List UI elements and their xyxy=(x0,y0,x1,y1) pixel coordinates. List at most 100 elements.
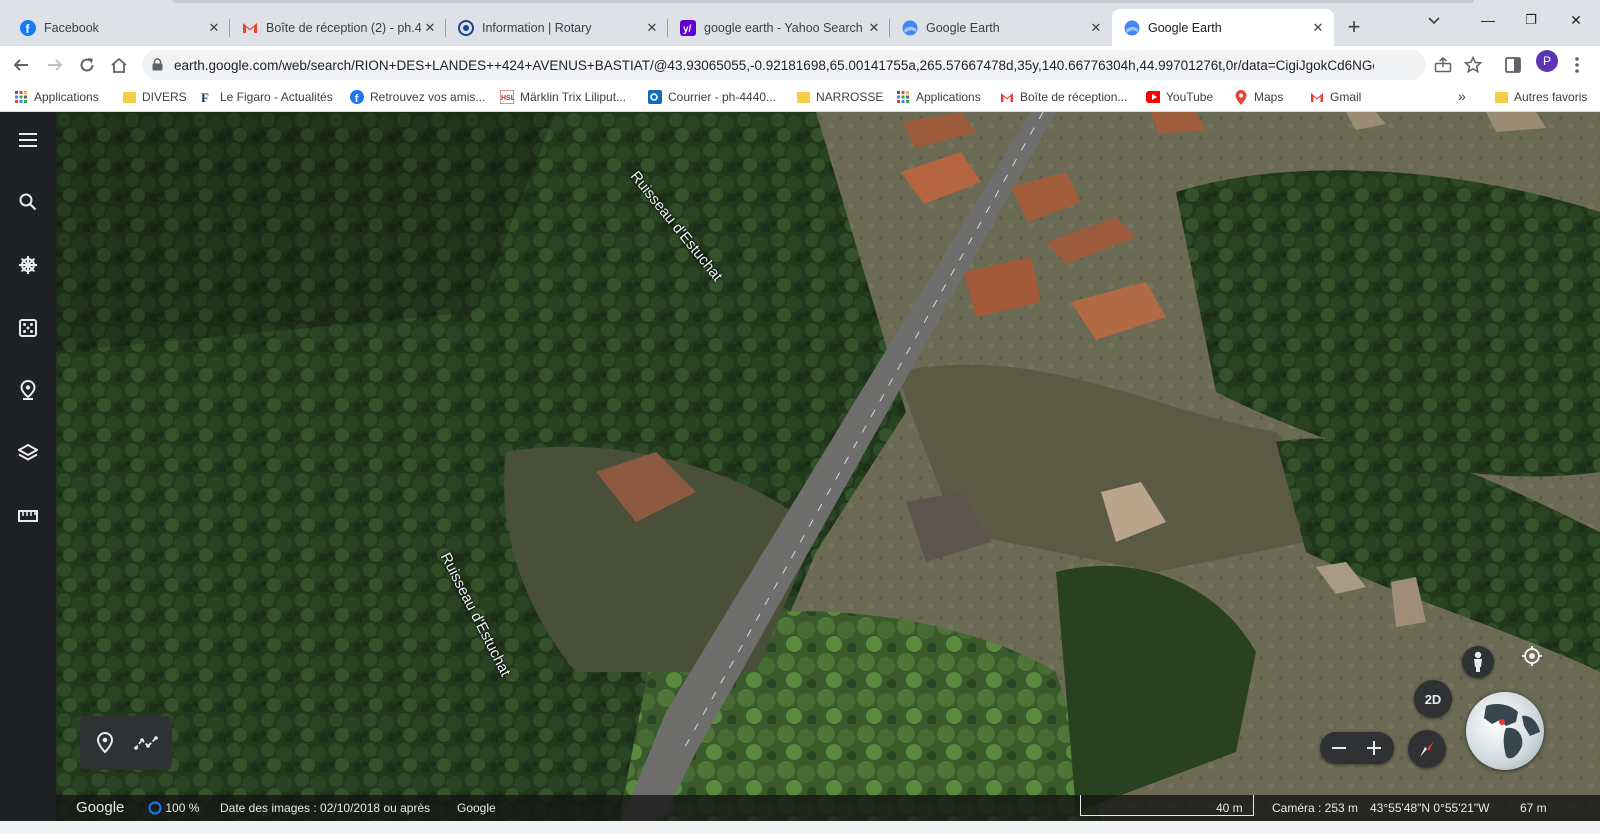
google-earth-icon xyxy=(1124,20,1140,36)
tab-strip: f Facebook ✕ Boîte de réception (2) - ph… xyxy=(0,0,1600,46)
maps-icon xyxy=(1234,89,1248,105)
imagery-date: Date des images : 02/10/2018 ou après xyxy=(220,801,431,815)
tab-close-icon[interactable]: ✕ xyxy=(1088,20,1104,36)
feeling-lucky-dice-icon[interactable] xyxy=(16,316,40,340)
hamburger-menu-icon[interactable] xyxy=(16,128,40,152)
forward-arrow-icon[interactable] xyxy=(44,54,66,76)
bookmark-label: Märklin Trix Liliput... xyxy=(520,90,627,104)
tab-close-icon[interactable]: ✕ xyxy=(422,20,438,36)
loading-percent: 100 % xyxy=(165,801,200,815)
bookmark-le-figaro[interactable]: F Le Figaro - Actualités xyxy=(200,90,333,104)
bookmark-star-icon[interactable] xyxy=(1462,54,1484,76)
new-tab-button[interactable]: + xyxy=(1342,16,1366,40)
bookmark-label: Boîte de réception... xyxy=(1020,90,1128,104)
tab-rotary[interactable]: Information | Rotary ✕ xyxy=(446,9,668,46)
tab-title: Facebook xyxy=(44,20,99,35)
scale-label: 40 m xyxy=(1216,801,1243,815)
globe-minimap[interactable] xyxy=(1466,692,1544,770)
bookmark-youtube[interactable]: YouTube xyxy=(1146,90,1213,104)
gmail-icon xyxy=(242,20,258,36)
toggle-2d-button[interactable]: 2D xyxy=(1414,680,1452,718)
tab-close-icon[interactable]: ✕ xyxy=(206,20,222,36)
bookmark-label: DIVERS xyxy=(142,90,187,104)
address-bar[interactable]: earth.google.com/web/search/RION+DES+LAN… xyxy=(142,50,1426,80)
share-icon[interactable] xyxy=(1432,54,1454,76)
bookmark-gmail[interactable]: Gmail xyxy=(1310,90,1361,104)
tab-title: Google Earth xyxy=(926,20,1000,35)
bookmark-marklin[interactable]: HSL Märklin Trix Liliput... xyxy=(500,90,626,104)
my-location-icon[interactable] xyxy=(1516,640,1548,672)
draw-path-icon[interactable] xyxy=(134,736,158,753)
tab-title: google earth - Yahoo Search xyxy=(704,20,863,35)
satellite-imagery xyxy=(56,112,1600,834)
tab-close-icon[interactable]: ✕ xyxy=(1310,20,1326,36)
voyager-ship-wheel-icon[interactable] xyxy=(16,253,40,277)
bookmarks-bar: Applications DIVERS F Le Figaro - Actual… xyxy=(0,84,1600,112)
facebook-icon: f xyxy=(20,19,36,36)
bookmark-facebook-friends[interactable]: f Retrouvez vos amis... xyxy=(350,90,485,104)
gmail-icon xyxy=(1000,90,1014,104)
profile-avatar[interactable]: P xyxy=(1536,50,1558,72)
bookmark-label: Le Figaro - Actualités xyxy=(220,90,333,104)
bookmark-courrier[interactable]: Courrier - ph-4440... xyxy=(648,90,776,104)
browser-toolbar: earth.google.com/web/search/RION+DES+LAN… xyxy=(0,46,1600,84)
google-earth-icon xyxy=(902,20,918,36)
window-drag-area xyxy=(172,0,1474,3)
measure-ruler-icon[interactable] xyxy=(16,504,40,528)
bookmark-label: Courrier - ph-4440... xyxy=(668,90,777,104)
bookmark-narrosse[interactable]: NARROSSE xyxy=(796,90,883,104)
map-style-layers-icon[interactable] xyxy=(16,441,40,465)
bookmark-label: Maps xyxy=(1254,90,1284,104)
tab-close-icon[interactable]: ✕ xyxy=(644,20,660,36)
tab-title: Google Earth xyxy=(1148,20,1222,35)
close-window-button[interactable]: ✕ xyxy=(1566,12,1586,29)
projects-pin-icon[interactable] xyxy=(16,378,40,402)
tab-yahoo-search[interactable]: y/ google earth - Yahoo Search ✕ xyxy=(668,9,890,46)
zoom-in-icon[interactable] xyxy=(1366,740,1382,759)
restore-button[interactable]: ❐ xyxy=(1521,12,1541,28)
facebook-icon: f xyxy=(350,90,364,104)
bookmark-label: Gmail xyxy=(1330,90,1362,104)
window-bottom-edge xyxy=(0,821,1600,834)
google-logo: Google xyxy=(76,799,125,816)
minimize-button[interactable]: — xyxy=(1478,12,1498,28)
pegman-street-view-icon[interactable] xyxy=(1462,646,1494,678)
camera-altitude: Caméra : 253 m xyxy=(1272,801,1359,815)
side-panel-icon[interactable] xyxy=(1502,54,1524,76)
home-icon[interactable] xyxy=(108,54,130,76)
rotary-icon xyxy=(458,19,474,36)
back-arrow-icon[interactable] xyxy=(10,54,32,76)
bookmark-maps[interactable]: Maps xyxy=(1234,89,1284,105)
bookmark-gmail-inbox[interactable]: Boîte de réception... xyxy=(1000,90,1127,104)
folder-icon xyxy=(122,90,136,104)
zoom-controls xyxy=(1320,732,1394,764)
satellite-map-view[interactable]: Ruisseau d'Estuchat Ruisseau d'Estuchat … xyxy=(56,112,1600,834)
compass-icon[interactable] xyxy=(1408,730,1446,768)
tab-gmail-inbox[interactable]: Boîte de réception (2) - ph.40 ✕ xyxy=(230,9,446,46)
bookmark-label: Retrouvez vos amis... xyxy=(370,90,486,104)
tab-title: Information | Rotary xyxy=(482,20,592,35)
bookmarks-overflow-chevron-icon[interactable]: » xyxy=(1458,88,1466,104)
lock-icon[interactable] xyxy=(152,58,163,74)
menu-kebab-icon[interactable] xyxy=(1566,54,1588,76)
tab-title: Boîte de réception (2) - ph.40 xyxy=(266,20,422,35)
tab-google-earth-active[interactable]: Google Earth ✕ xyxy=(1112,9,1334,46)
tab-search-chevron-icon[interactable] xyxy=(1428,14,1440,28)
youtube-icon xyxy=(1146,90,1160,104)
coordinates: 43°55'48"N 0°55'21"W xyxy=(1370,801,1490,815)
bookmark-label: YouTube xyxy=(1166,90,1214,104)
tab-google-earth[interactable]: Google Earth ✕ xyxy=(890,9,1112,46)
tab-close-icon[interactable]: ✕ xyxy=(866,20,882,36)
bookmark-applications[interactable]: Applications xyxy=(14,90,99,104)
bookmark-applications-2[interactable]: Applications xyxy=(896,90,981,104)
bookmark-other-favorites[interactable]: Autres favoris xyxy=(1494,90,1587,104)
reload-icon[interactable] xyxy=(76,54,98,76)
data-attribution[interactable]: Google xyxy=(457,801,496,815)
tab-facebook[interactable]: f Facebook ✕ xyxy=(8,9,230,46)
bookmark-divers[interactable]: DIVERS xyxy=(122,90,187,104)
add-placemark-icon[interactable] xyxy=(96,731,114,757)
hsl-icon: HSL xyxy=(500,90,514,104)
search-icon[interactable] xyxy=(16,190,40,214)
gmail-icon xyxy=(1310,90,1324,104)
zoom-out-icon[interactable] xyxy=(1331,741,1347,758)
